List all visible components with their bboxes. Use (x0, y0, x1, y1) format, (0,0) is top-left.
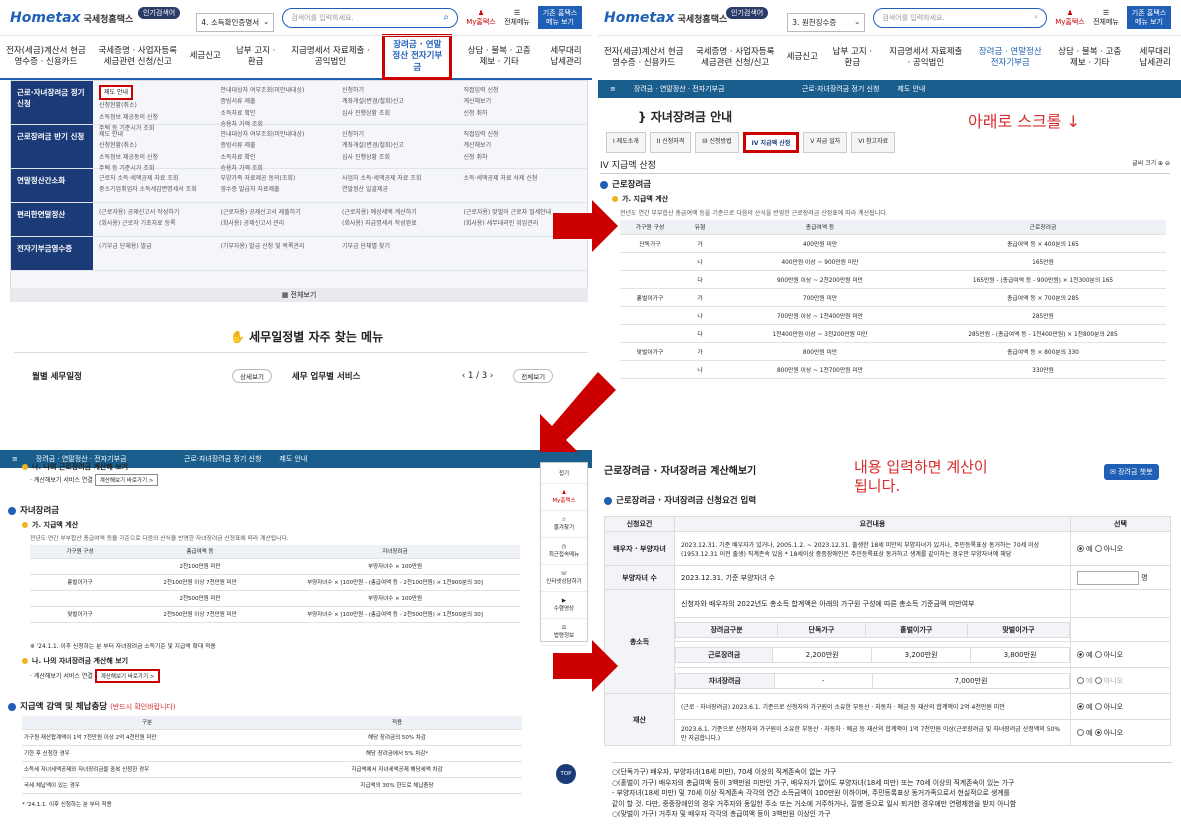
flow-arrows (540, 200, 618, 692)
arrow-right-icon (553, 640, 618, 692)
arrow-down-left-icon (540, 372, 616, 452)
arrow-right-icon (553, 200, 618, 252)
